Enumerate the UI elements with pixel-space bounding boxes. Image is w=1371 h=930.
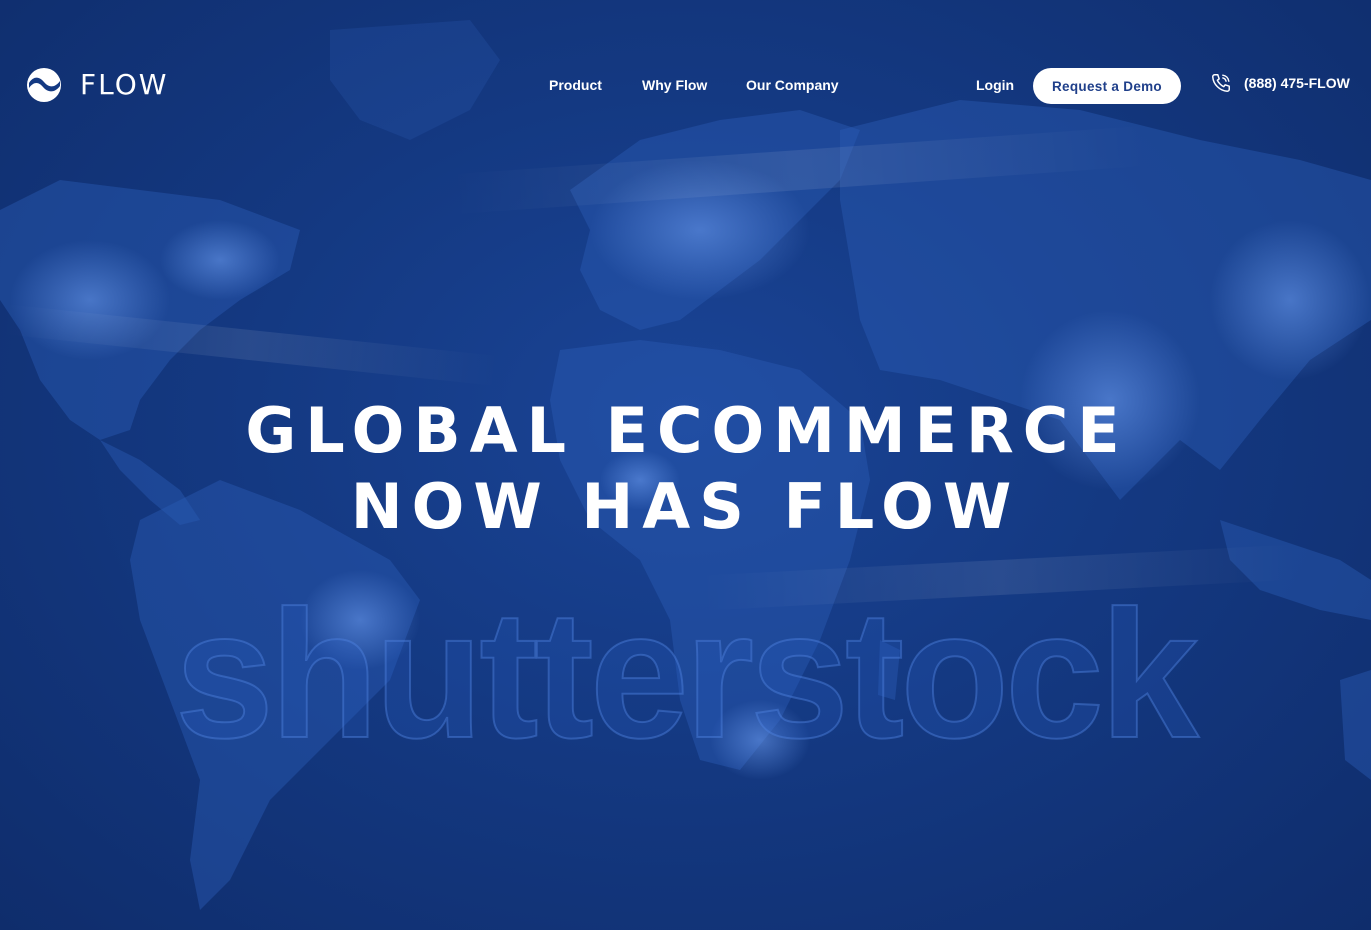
nav-product[interactable]: Product xyxy=(549,76,602,94)
shutterstock-watermark: shutterstock xyxy=(175,575,1205,755)
svg-text:shutterstock: shutterstock xyxy=(175,575,1200,755)
hero-title-line-2: NOW HAS FLOW xyxy=(350,470,1021,543)
brand-name: FLOW xyxy=(80,68,169,101)
hero-title: GLOBAL ECOMMERCE NOW HAS FLOW xyxy=(0,393,1371,545)
site-header: FLOW Product Why Flow Our Company Login … xyxy=(0,0,1371,170)
request-demo-button[interactable]: Request a Demo xyxy=(1033,68,1181,104)
phone-number: (888) 475-FLOW xyxy=(1244,75,1350,91)
hero-title-line-1: GLOBAL ECOMMERCE xyxy=(245,394,1129,467)
page: shutterstock FLOW Product Why Flow Our C… xyxy=(0,0,1371,930)
flow-wave-circle-icon xyxy=(27,68,61,102)
phone-link[interactable]: (888) 475-FLOW xyxy=(1210,72,1350,94)
login-link[interactable]: Login xyxy=(976,76,1014,94)
nav-our-company[interactable]: Our Company xyxy=(746,76,839,94)
nav-why-flow[interactable]: Why Flow xyxy=(642,76,707,94)
phone-icon xyxy=(1212,74,1230,92)
flow-logo[interactable]: FLOW xyxy=(26,67,168,103)
